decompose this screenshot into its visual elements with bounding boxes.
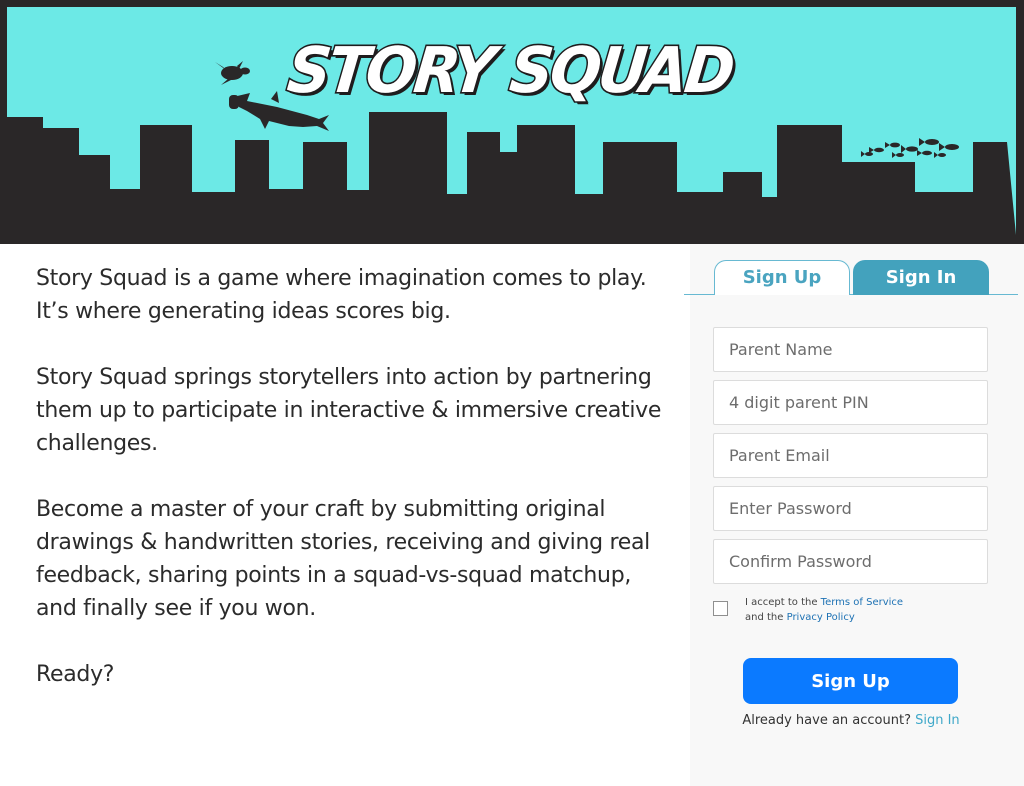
terms-agreement: I accept to the Terms of Service and the… [713, 595, 973, 627]
parent-pin-input[interactable] [713, 380, 988, 425]
intro-paragraph: Story Squad is a game where imagination … [36, 266, 647, 324]
intro-copy: Story Squad is a game where imagination … [36, 262, 676, 724]
parent-name-input[interactable] [713, 327, 988, 372]
story-squad-logo: STORY SQUAD [0, 33, 1024, 110]
intro-ready: Ready? [36, 662, 115, 687]
parent-email-input[interactable] [713, 433, 988, 478]
tab-sign-up[interactable]: Sign Up [714, 260, 850, 295]
intro-paragraph: Story Squad springs storytellers into ac… [36, 365, 662, 456]
logo-text: STORY SQUAD [283, 33, 737, 110]
already-have-account: Already have an account? Sign In [690, 713, 1012, 728]
terms-prefix: I accept to the [745, 597, 821, 608]
tab-sign-in[interactable]: Sign In [853, 260, 989, 295]
terms-checkbox[interactable] [713, 601, 728, 616]
intro-paragraph: Become a master of your craft by submitt… [36, 497, 650, 621]
fish-school-icon [861, 138, 959, 158]
header-banner: STORY SQUAD [0, 0, 1024, 244]
account-prompt: Already have an account? [742, 713, 916, 728]
terms-text: I accept to the Terms of Service and the… [745, 595, 903, 625]
privacy-policy-link[interactable]: Privacy Policy [787, 612, 855, 623]
terms-of-service-link[interactable]: Terms of Service [821, 597, 903, 608]
confirm-password-input[interactable] [713, 539, 988, 584]
sign-up-button[interactable]: Sign Up [743, 658, 958, 704]
password-input[interactable] [713, 486, 988, 531]
terms-middle: and the [745, 612, 787, 623]
sign-in-link[interactable]: Sign In [915, 713, 960, 728]
